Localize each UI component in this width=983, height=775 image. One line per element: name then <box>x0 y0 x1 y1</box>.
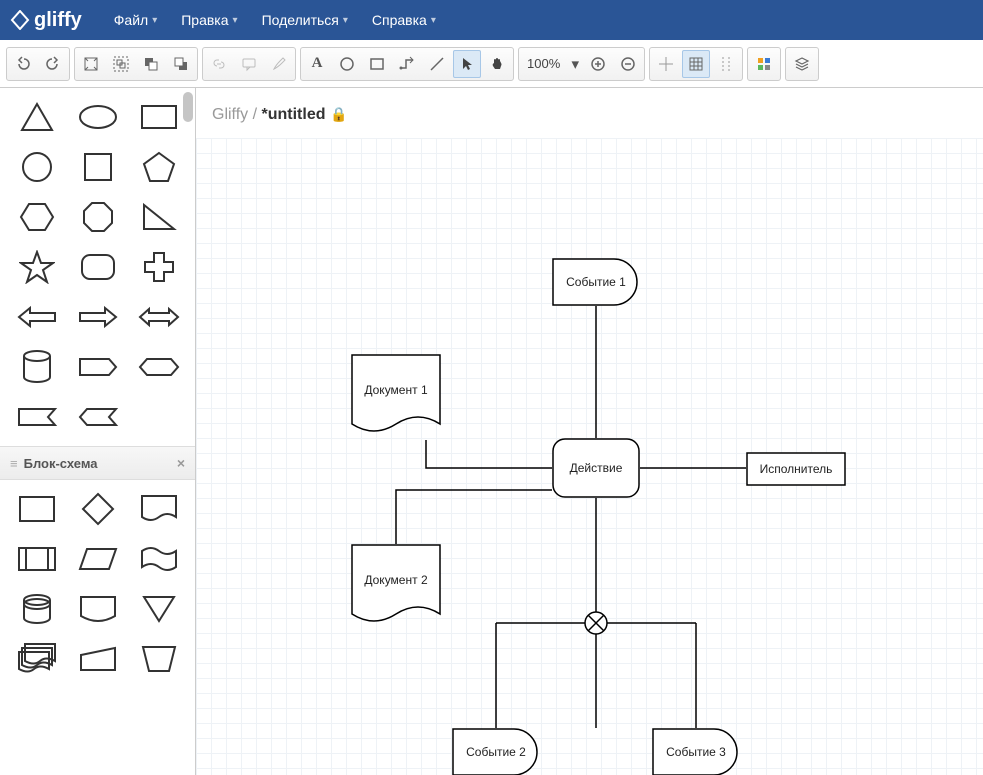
front-button[interactable] <box>137 50 165 78</box>
text-tool-button[interactable]: A <box>303 50 331 78</box>
comment-button[interactable] <box>235 50 263 78</box>
grid-button[interactable] <box>682 50 710 78</box>
shape-label: Событие 3 <box>666 745 726 759</box>
menubar: gliffy Файл▾ Правка▾ Поделиться▾ Справка… <box>0 0 983 40</box>
ellipse-tool-button[interactable] <box>333 50 361 78</box>
shape-label: Документ 2 <box>364 573 427 587</box>
shape-arrow-left[interactable] <box>8 294 65 340</box>
back-button[interactable] <box>167 50 195 78</box>
snap-button[interactable] <box>652 50 680 78</box>
shape-action[interactable]: Действие <box>552 438 640 498</box>
zoom-in-button[interactable] <box>584 50 612 78</box>
shape-label: Исполнитель <box>760 462 833 476</box>
shape-arrow-right[interactable] <box>69 294 126 340</box>
sidebar-section-flowchart[interactable]: ≡ Блок-схема × <box>0 446 195 480</box>
menu-help[interactable]: Справка▾ <box>360 0 448 40</box>
shape-octagon[interactable] <box>69 194 126 240</box>
shape-tag-right[interactable] <box>69 344 126 390</box>
shape-roundrect[interactable] <box>69 244 126 290</box>
shape-label: Событие 1 <box>566 275 626 289</box>
shape-label: Событие 2 <box>466 745 526 759</box>
fc-data[interactable] <box>69 536 126 582</box>
shape-triangle[interactable] <box>8 94 65 140</box>
theme-button[interactable] <box>750 50 778 78</box>
shape-pentagon[interactable] <box>130 144 187 190</box>
shape-label: Действие <box>570 461 623 475</box>
shape-ellipse[interactable] <box>69 94 126 140</box>
shape-event-2[interactable]: Событие 2 <box>452 728 540 775</box>
lock-icon: 🔒 <box>330 106 347 122</box>
fc-decision[interactable] <box>69 486 126 532</box>
caret-down-icon: ▾ <box>233 15 238 26</box>
shape-document-2[interactable]: Документ 2 <box>351 544 441 630</box>
fc-manual-input[interactable] <box>69 636 126 682</box>
shape-cylinder[interactable] <box>8 344 65 390</box>
canvas-area[interactable]: Gliffy / *untitled 🔒 Собы <box>196 88 983 775</box>
sidebar-scrollbar-thumb[interactable] <box>183 92 193 122</box>
fc-document[interactable] <box>130 486 187 532</box>
undo-button[interactable] <box>9 50 37 78</box>
fit-button[interactable] <box>77 50 105 78</box>
shape-label: Документ 1 <box>364 383 427 397</box>
hamburger-icon: ≡ <box>10 456 18 471</box>
fc-manual-op[interactable] <box>130 636 187 682</box>
menu-share[interactable]: Поделиться▾ <box>250 0 360 40</box>
shape-document-1[interactable]: Документ 1 <box>351 354 441 440</box>
toolbar: A 100%▾ <box>0 40 983 88</box>
shape-banner[interactable] <box>8 394 65 440</box>
guides-button[interactable] <box>712 50 740 78</box>
flowchart-shapes-palette <box>0 480 195 688</box>
pointer-tool-button[interactable] <box>453 50 481 78</box>
shape-hex-flat[interactable] <box>130 344 187 390</box>
fc-disk[interactable] <box>8 586 65 632</box>
line-tool-button[interactable] <box>423 50 451 78</box>
shape-chevron[interactable] <box>69 394 126 440</box>
zoom-dropdown[interactable]: ▾ <box>568 50 582 78</box>
redo-button[interactable] <box>39 50 67 78</box>
shape-plus[interactable] <box>130 244 187 290</box>
shape-arrow-both[interactable] <box>130 294 187 340</box>
link-button[interactable] <box>205 50 233 78</box>
fc-process[interactable] <box>8 486 65 532</box>
caret-down-icon: ▾ <box>343 15 348 26</box>
logo: gliffy <box>10 9 82 32</box>
shape-event-1[interactable]: Событие 1 <box>552 258 640 306</box>
shape-star[interactable] <box>8 244 65 290</box>
menu-edit[interactable]: Правка▾ <box>169 0 249 40</box>
connector-tool-button[interactable] <box>393 50 421 78</box>
gliffy-logo-icon <box>10 10 30 30</box>
brush-button[interactable] <box>265 50 293 78</box>
caret-down-icon: ▾ <box>431 15 436 26</box>
logo-text: gliffy <box>34 9 82 32</box>
basic-shapes-palette <box>0 88 195 446</box>
section-label: Блок-схема <box>24 456 98 471</box>
diagram-canvas[interactable]: Событие 1 Документ 1 Действие Исполнител… <box>196 138 983 775</box>
fc-predefined[interactable] <box>8 536 65 582</box>
shape-square[interactable] <box>69 144 126 190</box>
menu-file[interactable]: Файл▾ <box>102 0 169 40</box>
fc-merge[interactable] <box>130 586 187 632</box>
shape-placeholder[interactable] <box>130 394 187 440</box>
rect-tool-button[interactable] <box>363 50 391 78</box>
zoom-out-button[interactable] <box>614 50 642 78</box>
breadcrumb-root: Gliffy <box>212 106 248 123</box>
zoom-level: 100% <box>521 56 566 71</box>
fc-display[interactable] <box>69 586 126 632</box>
fc-multidoc[interactable] <box>8 636 65 682</box>
document-name: *untitled <box>262 106 326 123</box>
section-close-icon[interactable]: × <box>177 455 185 471</box>
caret-down-icon: ▾ <box>152 15 157 26</box>
sidebar: ≡ Блок-схема × <box>0 88 196 775</box>
shape-event-3[interactable]: Событие 3 <box>652 728 740 775</box>
layers-button[interactable] <box>788 50 816 78</box>
breadcrumb: Gliffy / *untitled 🔒 <box>212 106 347 124</box>
shape-actor[interactable]: Исполнитель <box>746 452 846 486</box>
group-button[interactable] <box>107 50 135 78</box>
shape-hexagon[interactable] <box>8 194 65 240</box>
pan-tool-button[interactable] <box>483 50 511 78</box>
fc-wavy[interactable] <box>130 536 187 582</box>
shape-right-triangle[interactable] <box>130 194 187 240</box>
shape-rectangle[interactable] <box>130 94 187 140</box>
shape-circle[interactable] <box>8 144 65 190</box>
